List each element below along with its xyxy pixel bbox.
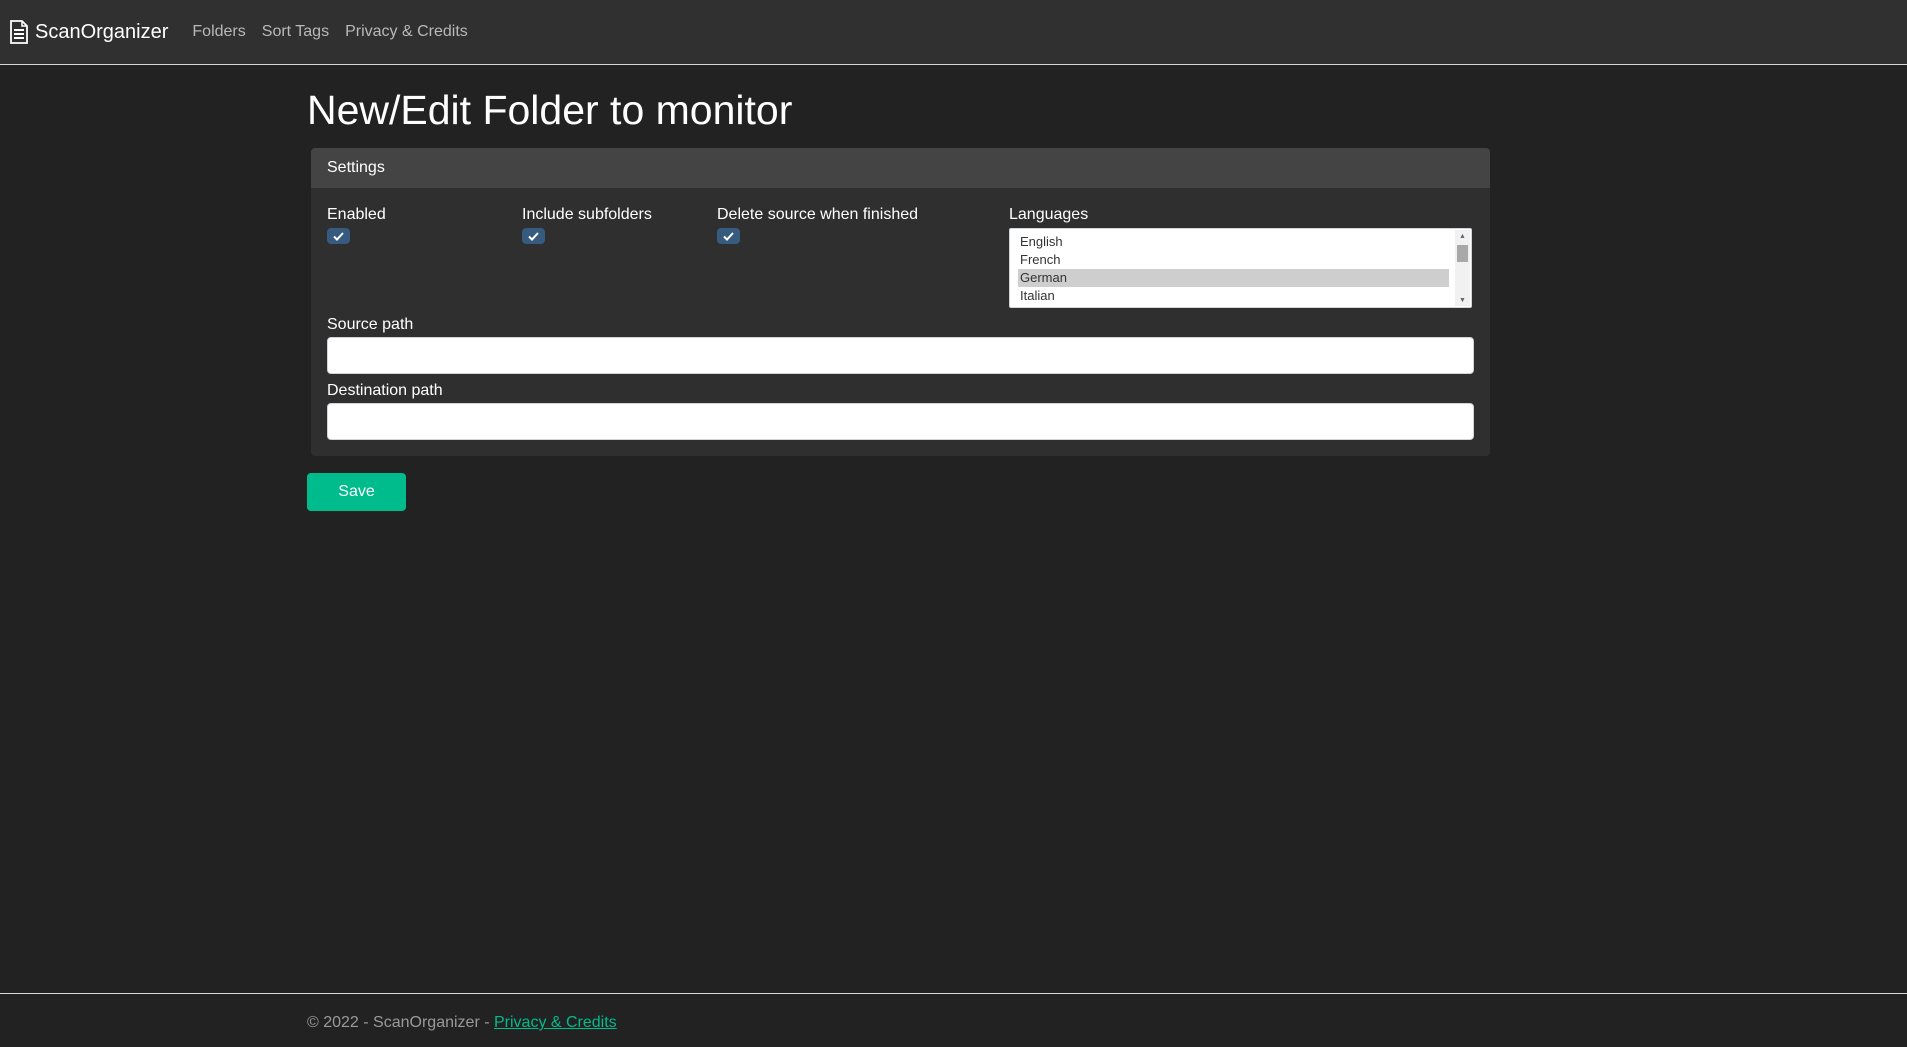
delete-source-checkbox[interactable] <box>717 228 740 244</box>
document-icon <box>10 20 28 44</box>
nav-links: Folders Sort Tags Privacy & Credits <box>192 23 483 41</box>
scroll-up-arrow-icon[interactable]: ▲ <box>1455 230 1470 242</box>
footer-text: © 2022 - ScanOrganizer - Privacy & Credi… <box>307 1014 617 1032</box>
languages-scrollbar[interactable]: ▲ ▼ <box>1455 230 1470 306</box>
checkmark-icon <box>723 231 734 241</box>
language-option-french[interactable]: French <box>1018 251 1449 269</box>
footer-copyright: © 2022 - ScanOrganizer - <box>307 1014 494 1031</box>
destination-path-label: Destination path <box>327 382 443 399</box>
subfolders-checkbox[interactable] <box>522 228 545 244</box>
settings-card: Settings Enabled Include subfolders Dele… <box>311 148 1490 456</box>
enabled-checkbox[interactable] <box>327 228 350 244</box>
enabled-group: Enabled <box>327 205 522 308</box>
subfolders-group: Include subfolders <box>522 205 717 308</box>
scroll-down-arrow-icon[interactable]: ▼ <box>1455 294 1470 306</box>
source-path-group: Source path <box>327 315 1474 374</box>
settings-card-body: Enabled Include subfolders Delete source… <box>311 188 1490 456</box>
footer-privacy-link[interactable]: Privacy & Credits <box>494 1014 617 1031</box>
source-path-label: Source path <box>327 316 414 333</box>
delete-source-group: Delete source when finished <box>717 205 1009 308</box>
languages-select[interactable]: English French German Italian ▲ ▼ <box>1009 228 1472 308</box>
main-container: New/Edit Folder to monitor Settings Enab… <box>307 65 1491 511</box>
language-option-english[interactable]: English <box>1018 233 1449 251</box>
delete-source-label: Delete source when finished <box>717 206 919 223</box>
enabled-label: Enabled <box>327 206 386 223</box>
options-row: Enabled Include subfolders Delete source… <box>327 205 1474 308</box>
save-button[interactable]: Save <box>307 473 406 511</box>
languages-label: Languages <box>1009 206 1089 223</box>
brand-name: ScanOrganizer <box>35 20 169 43</box>
language-option-italian[interactable]: Italian <box>1018 287 1449 305</box>
scrollbar-thumb[interactable] <box>1457 245 1468 262</box>
language-option-german[interactable]: German <box>1018 269 1449 287</box>
languages-group: Languages English French German Italian … <box>1009 205 1474 308</box>
page-title: New/Edit Folder to monitor <box>307 87 793 133</box>
destination-path-group: Destination path <box>327 381 1474 440</box>
checkmark-icon <box>333 231 344 241</box>
subfolders-label: Include subfolders <box>522 206 652 223</box>
nav-link-sort-tags[interactable]: Sort Tags <box>262 23 329 41</box>
brand-link[interactable]: ScanOrganizer <box>9 20 168 44</box>
destination-path-input[interactable] <box>327 403 1474 440</box>
nav-link-folders[interactable]: Folders <box>192 23 245 41</box>
top-navbar: ScanOrganizer Folders Sort Tags Privacy … <box>0 0 1907 65</box>
footer: © 2022 - ScanOrganizer - Privacy & Credi… <box>0 993 1907 1047</box>
settings-card-header: Settings <box>311 148 1490 188</box>
source-path-input[interactable] <box>327 337 1474 374</box>
nav-link-privacy[interactable]: Privacy & Credits <box>345 23 468 41</box>
checkmark-icon <box>528 231 539 241</box>
